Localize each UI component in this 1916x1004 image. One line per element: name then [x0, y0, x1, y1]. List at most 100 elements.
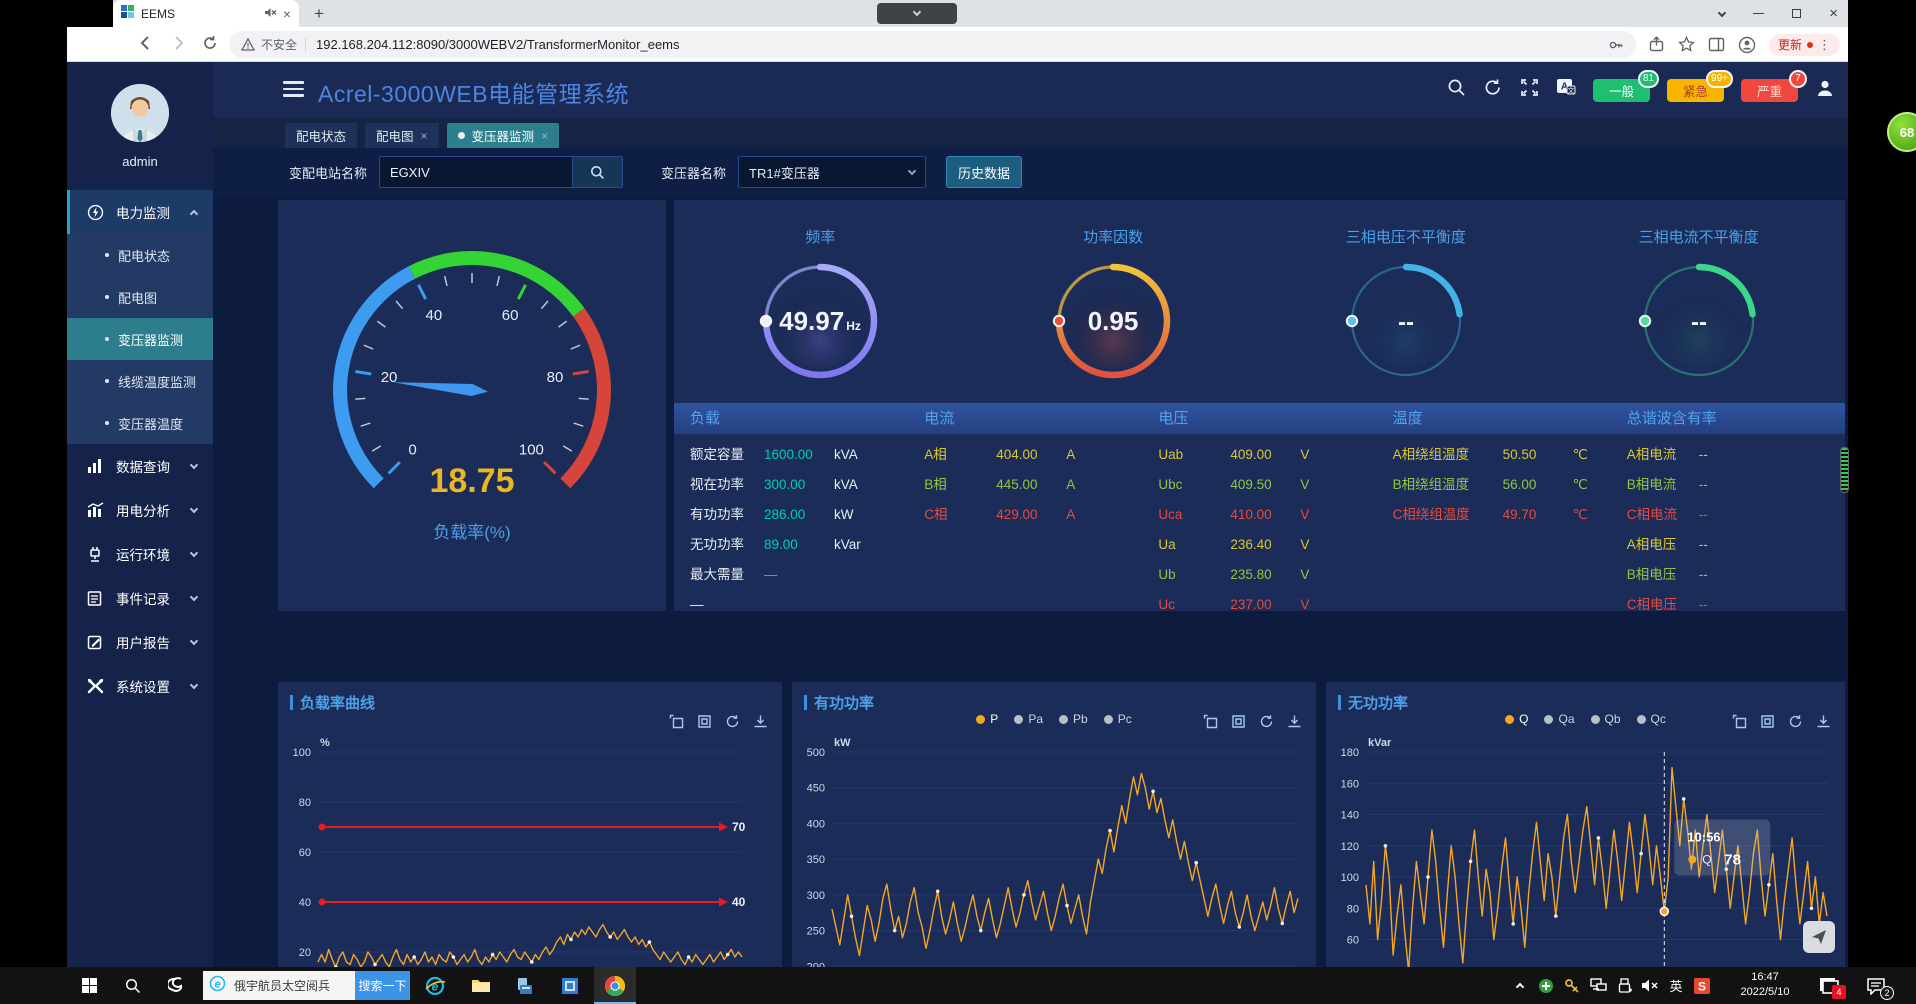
- sidebar-subitem[interactable]: 配电图: [67, 276, 213, 318]
- keys-tray-icon[interactable]: [1560, 967, 1584, 1004]
- address-bar[interactable]: 不安全 192.168.204.112:8090/3000WEBV2/Trans…: [229, 31, 1636, 58]
- refresh-icon[interactable]: [1259, 714, 1274, 734]
- legend-item[interactable]: Pb: [1059, 712, 1088, 726]
- volume-muted-icon[interactable]: [1638, 967, 1662, 1004]
- datazoom-icon[interactable]: [1203, 714, 1218, 734]
- page-tab[interactable]: 配电状态: [285, 123, 357, 148]
- alarm-button[interactable]: 严重7: [1741, 79, 1798, 102]
- ie-search-widget[interactable]: e俄宇航员太空阅兵搜索一下: [203, 971, 410, 1000]
- download-icon[interactable]: [1816, 714, 1831, 734]
- notifications-tray-icon[interactable]: 2: [1858, 967, 1894, 1004]
- chrome-update-pill[interactable]: 更新 ⋮: [1769, 34, 1840, 56]
- sidebar-subitem[interactable]: 变压器温度: [67, 402, 213, 444]
- side-panel-icon[interactable]: [1708, 36, 1725, 53]
- sidebar-subitem[interactable]: 配电状态: [67, 234, 213, 276]
- alarm-button[interactable]: 一般81: [1593, 79, 1650, 102]
- legend-item[interactable]: Q: [1505, 712, 1528, 726]
- station-input[interactable]: [380, 157, 572, 187]
- taskbar-search-text[interactable]: 俄宇航员太空阅兵: [234, 977, 355, 994]
- sidebar-item[interactable]: 电力监测: [67, 190, 213, 234]
- file-explorer-icon[interactable]: [462, 967, 500, 1004]
- browser-tab[interactable]: EEMS ×: [113, 0, 299, 27]
- profile-avatar-icon[interactable]: [1738, 36, 1756, 54]
- restore-icon[interactable]: [1760, 714, 1775, 734]
- url-text[interactable]: 192.168.204.112:8090/3000WEBV2/Transform…: [316, 37, 1608, 52]
- sidebar-item[interactable]: 数据查询: [67, 444, 213, 488]
- sidebar-item[interactable]: 系统设置: [67, 664, 213, 708]
- tab-close-icon[interactable]: ×: [421, 129, 428, 143]
- sidebar-item[interactable]: 用户报告: [67, 620, 213, 664]
- history-data-button[interactable]: 历史数据: [946, 156, 1022, 188]
- antivirus-tray-icon[interactable]: [1534, 967, 1558, 1004]
- sidebar-item[interactable]: 事件记录: [67, 576, 213, 620]
- scrollbar-thumb[interactable]: [1840, 447, 1849, 493]
- page-tab[interactable]: 变压器监测×: [447, 123, 560, 148]
- app-window-tray-icon[interactable]: 4: [1812, 967, 1846, 1004]
- legend-item[interactable]: P: [976, 712, 998, 726]
- download-icon[interactable]: [1287, 714, 1302, 734]
- forward-button[interactable]: [169, 34, 189, 54]
- search-icon[interactable]: [1447, 78, 1466, 102]
- legend-item[interactable]: Pa: [1014, 712, 1043, 726]
- page-tab[interactable]: 配电图×: [365, 123, 439, 148]
- network-tray-icon[interactable]: [1586, 967, 1610, 1004]
- maximize-button[interactable]: [1792, 9, 1801, 18]
- ie-app-icon[interactable]: e: [416, 967, 454, 1004]
- tab-close-icon[interactable]: ×: [541, 129, 548, 143]
- datazoom-icon[interactable]: [669, 714, 684, 734]
- share-icon[interactable]: [1648, 36, 1665, 53]
- fax-app-icon[interactable]: [506, 967, 544, 1004]
- usb-tray-icon[interactable]: [1612, 967, 1636, 1004]
- s-red-tray-icon[interactable]: S: [1690, 967, 1714, 1004]
- legend-item[interactable]: Qc: [1637, 712, 1666, 726]
- new-tab-button[interactable]: +: [309, 4, 329, 24]
- tab-audio-muted-icon[interactable]: [264, 5, 277, 23]
- ime-language-indicator[interactable]: 英: [1664, 967, 1688, 1004]
- refresh-icon[interactable]: [725, 714, 740, 734]
- refresh-icon[interactable]: [1483, 78, 1503, 102]
- close-button[interactable]: ×: [1829, 7, 1838, 20]
- user-icon[interactable]: [1815, 78, 1835, 103]
- legend-item[interactable]: Qb: [1591, 712, 1621, 726]
- restore-icon[interactable]: [1231, 714, 1246, 734]
- swirl-app-icon[interactable]: [158, 967, 196, 1004]
- legend-item[interactable]: Qa: [1544, 712, 1574, 726]
- security-label[interactable]: 不安全: [261, 36, 297, 53]
- menu-kebab-icon[interactable]: ⋮: [1818, 37, 1831, 53]
- photos-app-icon[interactable]: [551, 967, 589, 1004]
- restore-icon[interactable]: [697, 714, 712, 734]
- tray-chevron-up-icon[interactable]: [1508, 967, 1532, 1004]
- datazoom-icon[interactable]: [1732, 714, 1747, 734]
- translate-icon[interactable]: A文: [1556, 78, 1576, 102]
- sidebar-subitem[interactable]: 线缆温度监测: [67, 360, 213, 402]
- extension-dropdown[interactable]: [877, 3, 957, 24]
- taskbar-search-icon[interactable]: [114, 967, 152, 1004]
- back-button[interactable]: [137, 34, 157, 54]
- password-key-icon[interactable]: [1608, 37, 1624, 53]
- hamburger-menu-icon[interactable]: [283, 81, 304, 97]
- refresh-icon[interactable]: [1788, 714, 1803, 734]
- sidebar-item[interactable]: 用电分析: [67, 488, 213, 532]
- fullscreen-icon[interactable]: [1520, 78, 1539, 102]
- svg-text:80: 80: [547, 369, 564, 386]
- chat-widget-icon[interactable]: [1803, 921, 1835, 953]
- station-search-button[interactable]: [572, 157, 622, 187]
- start-button[interactable]: [70, 967, 108, 1004]
- download-icon[interactable]: [753, 714, 768, 734]
- alarm-button[interactable]: 紧急99+: [1667, 79, 1724, 102]
- svg-text:180: 180: [1341, 747, 1359, 759]
- chevron-down-icon[interactable]: [1718, 8, 1726, 16]
- sidebar-subitem[interactable]: 变压器监测: [67, 318, 213, 360]
- taskbar-clock[interactable]: 16:472022/5/10: [1726, 970, 1804, 1000]
- avatar[interactable]: [111, 84, 169, 142]
- floating-badge[interactable]: 68: [1887, 112, 1916, 152]
- chrome-taskbar-icon[interactable]: [594, 967, 636, 1004]
- sidebar-item[interactable]: 运行环境: [67, 532, 213, 576]
- transformer-select[interactable]: TR1#变压器: [738, 156, 926, 188]
- minimize-button[interactable]: [1753, 13, 1764, 14]
- bookmark-star-icon[interactable]: [1678, 36, 1695, 53]
- taskbar-search-button[interactable]: 搜索一下: [355, 971, 410, 1000]
- tab-close-icon[interactable]: ×: [283, 7, 291, 21]
- legend-item[interactable]: Pc: [1104, 712, 1132, 726]
- reload-button[interactable]: [201, 34, 221, 54]
